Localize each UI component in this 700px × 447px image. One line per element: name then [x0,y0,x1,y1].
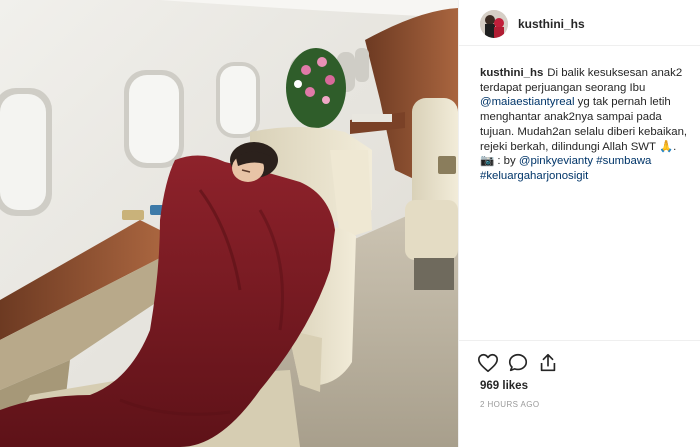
flower-arrangement [286,48,346,128]
share-button[interactable] [537,352,559,374]
hashtag-link[interactable]: #sumbawa [596,155,651,167]
avatar[interactable] [480,10,508,38]
heart-icon [478,353,498,373]
comment-icon [508,353,528,372]
comment-button[interactable] [507,352,529,374]
mention-link[interactable]: @maiaestiantyreal [480,96,575,108]
timestamp: 2 HOURS AGO [480,400,540,409]
like-button[interactable] [477,352,499,374]
like-count[interactable]: 969 likes [480,380,528,392]
post-actions: 969 likes 2 HOURS AGO [459,340,700,447]
mention-link[interactable]: @pinkyevianty [519,155,593,167]
jet-cabin-photo [0,0,458,447]
caption-username[interactable]: kusthini_hs [480,67,543,79]
post-sidebar: kusthini_hs kusthini_hs Di balik kesukses… [458,0,700,447]
hashtag-link[interactable]: #keluargaharjonosigit [480,170,588,182]
post-header: kusthini_hs [459,0,700,46]
header-username[interactable]: kusthini_hs [518,17,585,31]
avatar-image [480,10,508,38]
post-caption: kusthini_hs Di balik kesuksesan anak2 ter… [480,66,692,184]
post-photo[interactable] [0,0,458,447]
share-icon [540,353,556,372]
